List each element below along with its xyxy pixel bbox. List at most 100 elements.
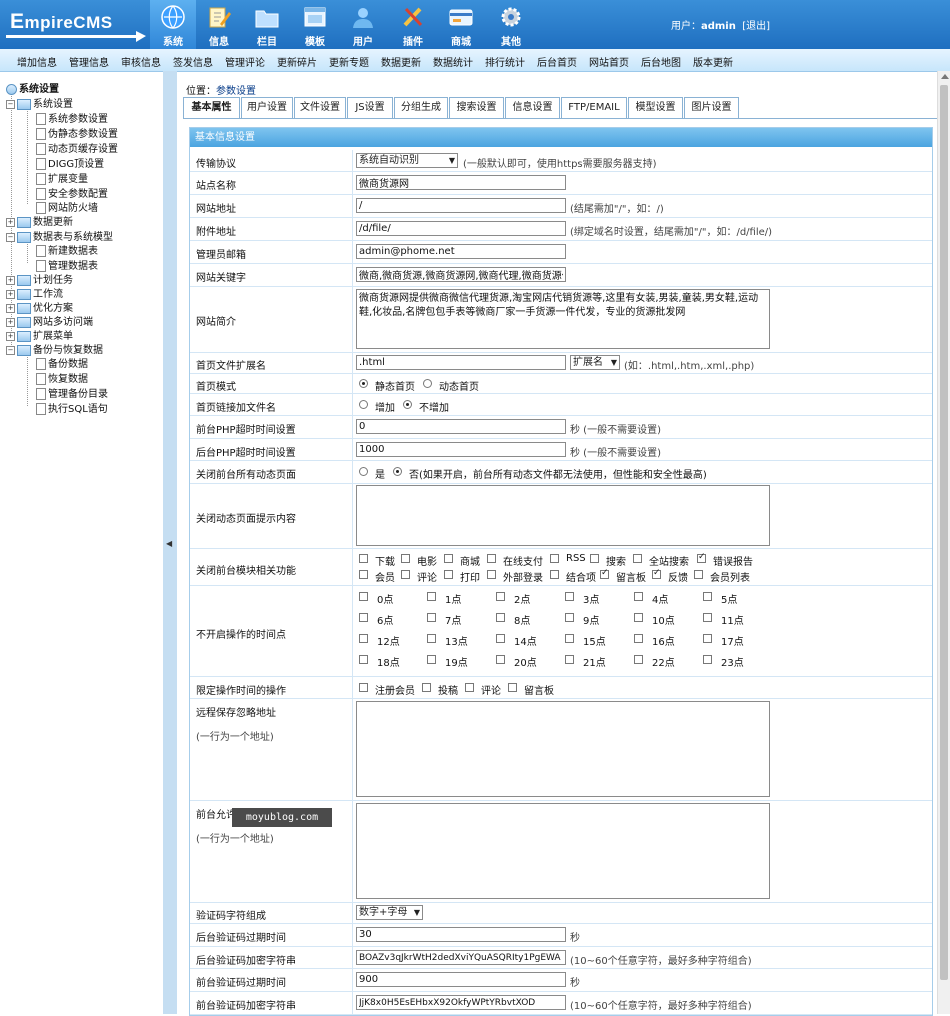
radio-close-no[interactable] bbox=[393, 467, 402, 476]
nav-system[interactable]: 系统 bbox=[150, 0, 196, 49]
tree-item-tables-models[interactable]: − 数据表与系统模型 bbox=[6, 228, 113, 243]
back-timeout-input[interactable] bbox=[356, 442, 566, 457]
nav-mall[interactable]: 商城 bbox=[438, 0, 484, 49]
cb-member-list[interactable] bbox=[694, 570, 703, 579]
tree-root[interactable]: 系统设置 bbox=[6, 80, 59, 95]
quick-admin-map[interactable]: 后台地图 bbox=[641, 54, 681, 69]
quick-data-stats[interactable]: 数据统计 bbox=[433, 54, 473, 69]
front-timeout-input[interactable] bbox=[356, 419, 566, 434]
cb-online-pay[interactable] bbox=[487, 554, 496, 563]
tree-item-dynamic-cache[interactable]: 动态页缓存设置 bbox=[36, 140, 118, 155]
quick-version-update[interactable]: 版本更新 bbox=[693, 54, 733, 69]
site-name-input[interactable] bbox=[356, 175, 566, 190]
cb-member[interactable] bbox=[359, 570, 368, 579]
cb-site-search[interactable] bbox=[633, 554, 642, 563]
nav-column[interactable]: 栏目 bbox=[244, 0, 290, 49]
tree-item-security-params[interactable]: 安全参数配置 bbox=[36, 185, 108, 200]
quick-manage-info[interactable]: 管理信息 bbox=[69, 54, 109, 69]
cb-hour-23[interactable] bbox=[703, 655, 712, 664]
cb-search[interactable] bbox=[590, 554, 599, 563]
back-captcha-expire-input[interactable] bbox=[356, 927, 566, 942]
tree-item-ext-menu[interactable]: + 扩展菜单 bbox=[6, 327, 73, 342]
cb-hour-9[interactable] bbox=[565, 613, 574, 622]
quick-update-fragments[interactable]: 更新碎片 bbox=[277, 54, 317, 69]
vertical-scrollbar[interactable] bbox=[937, 71, 950, 1014]
cb-comment[interactable] bbox=[401, 570, 410, 579]
cb-guestbook[interactable] bbox=[600, 568, 609, 579]
cb-rss[interactable] bbox=[550, 554, 559, 563]
cb-hour-15[interactable] bbox=[565, 634, 574, 643]
cb-mall[interactable] bbox=[444, 554, 453, 563]
quick-manage-comments[interactable]: 管理评论 bbox=[225, 54, 265, 69]
quick-review-info[interactable]: 审核信息 bbox=[121, 54, 161, 69]
cb-limit-guestbook[interactable] bbox=[508, 683, 517, 692]
tab-file[interactable]: 文件设置 bbox=[294, 97, 346, 118]
tree-item-firewall[interactable]: 网站防火墙 bbox=[36, 199, 98, 214]
tree-item-rewrite-params[interactable]: 伪静态参数设置 bbox=[36, 125, 118, 140]
quick-sign-info[interactable]: 签发信息 bbox=[173, 54, 213, 69]
cb-hour-16[interactable] bbox=[634, 634, 643, 643]
tree-item-manage-tables[interactable]: 管理数据表 bbox=[36, 257, 98, 272]
tab-model[interactable]: 模型设置 bbox=[628, 97, 683, 118]
radio-add-filename[interactable] bbox=[359, 400, 368, 409]
protocol-select[interactable]: 系统自动识别 bbox=[356, 153, 458, 168]
tree-item-multi-access[interactable]: + 网站多访问端 bbox=[6, 313, 93, 328]
keywords-input[interactable] bbox=[356, 267, 566, 282]
tree-item-optimization[interactable]: + 优化方案 bbox=[6, 299, 73, 314]
radio-no-filename[interactable] bbox=[403, 400, 412, 409]
tree-item-backup-data[interactable]: 备份数据 bbox=[36, 355, 88, 370]
close-tip-textarea[interactable] bbox=[356, 485, 770, 546]
tree-item-system-settings[interactable]: − 系统设置 bbox=[6, 95, 73, 110]
sidebar-splitter[interactable]: ◀ bbox=[163, 71, 177, 1014]
cb-hour-17[interactable] bbox=[703, 634, 712, 643]
tree-item-data-update[interactable]: + 数据更新 bbox=[6, 213, 73, 228]
scroll-up-icon[interactable] bbox=[941, 74, 949, 79]
tree-item-new-table[interactable]: 新建数据表 bbox=[36, 242, 98, 257]
tree-item-ext-vars[interactable]: 扩展变量 bbox=[36, 170, 88, 185]
cb-combo[interactable] bbox=[550, 570, 559, 579]
cb-hour-18[interactable] bbox=[359, 655, 368, 664]
quick-add-info[interactable]: 增加信息 bbox=[17, 54, 57, 69]
quick-rank-stats[interactable]: 排行统计 bbox=[485, 54, 525, 69]
cb-hour-12[interactable] bbox=[359, 634, 368, 643]
scrollbar-thumb[interactable] bbox=[940, 85, 948, 980]
site-url-input[interactable] bbox=[356, 198, 566, 213]
tab-user[interactable]: 用户设置 bbox=[241, 97, 293, 118]
cb-register[interactable] bbox=[359, 683, 368, 692]
nav-user[interactable]: 用户 bbox=[340, 0, 386, 49]
tab-js[interactable]: JS设置 bbox=[347, 97, 393, 118]
cb-feedback[interactable] bbox=[652, 568, 661, 579]
cb-hour-13[interactable] bbox=[427, 634, 436, 643]
quick-data-update[interactable]: 数据更新 bbox=[381, 54, 421, 69]
cb-external-login[interactable] bbox=[487, 570, 496, 579]
tree-item-workflow[interactable]: + 工作流 bbox=[6, 285, 63, 300]
radio-dynamic-index[interactable] bbox=[423, 379, 432, 388]
back-captcha-key-input[interactable] bbox=[356, 950, 566, 965]
cb-submit[interactable] bbox=[422, 683, 431, 692]
nav-other[interactable]: 其他 bbox=[488, 0, 534, 49]
tree-item-scheduled-tasks[interactable]: + 计划任务 bbox=[6, 271, 73, 286]
ext-select[interactable]: 扩展名 bbox=[570, 355, 620, 370]
index-ext-input[interactable] bbox=[356, 355, 566, 370]
captcha-chars-select[interactable]: 数字+字母 bbox=[356, 905, 423, 920]
cb-print[interactable] bbox=[444, 570, 453, 579]
tab-basic[interactable]: 基本属性 bbox=[183, 97, 240, 119]
tree-item-system-params[interactable]: 系统参数设置 bbox=[36, 110, 108, 125]
cb-hour-2[interactable] bbox=[496, 592, 505, 601]
intro-textarea[interactable]: 微商货源网提供微商微信代理货源,淘宝网店代销货源等,这里有女装,男装,童装,男女… bbox=[356, 289, 770, 349]
tree-item-exec-sql[interactable]: 执行SQL语句 bbox=[36, 400, 108, 415]
logout-link[interactable]: [退出] bbox=[742, 21, 770, 32]
breadcrumb-link[interactable]: 参数设置 bbox=[216, 86, 256, 97]
nav-plugin[interactable]: 插件 bbox=[390, 0, 436, 49]
quick-update-topics[interactable]: 更新专题 bbox=[329, 54, 369, 69]
cb-hour-3[interactable] bbox=[565, 592, 574, 601]
nav-info[interactable]: 信息 bbox=[196, 0, 242, 49]
cb-hour-21[interactable] bbox=[565, 655, 574, 664]
nav-template[interactable]: 模板 bbox=[292, 0, 338, 49]
quick-admin-home[interactable]: 后台首页 bbox=[537, 54, 577, 69]
tab-search[interactable]: 搜索设置 bbox=[449, 97, 504, 118]
cb-hour-22[interactable] bbox=[634, 655, 643, 664]
front-captcha-expire-input[interactable] bbox=[356, 972, 566, 987]
radio-close-yes[interactable] bbox=[359, 467, 368, 476]
cb-error-report[interactable] bbox=[697, 552, 706, 563]
